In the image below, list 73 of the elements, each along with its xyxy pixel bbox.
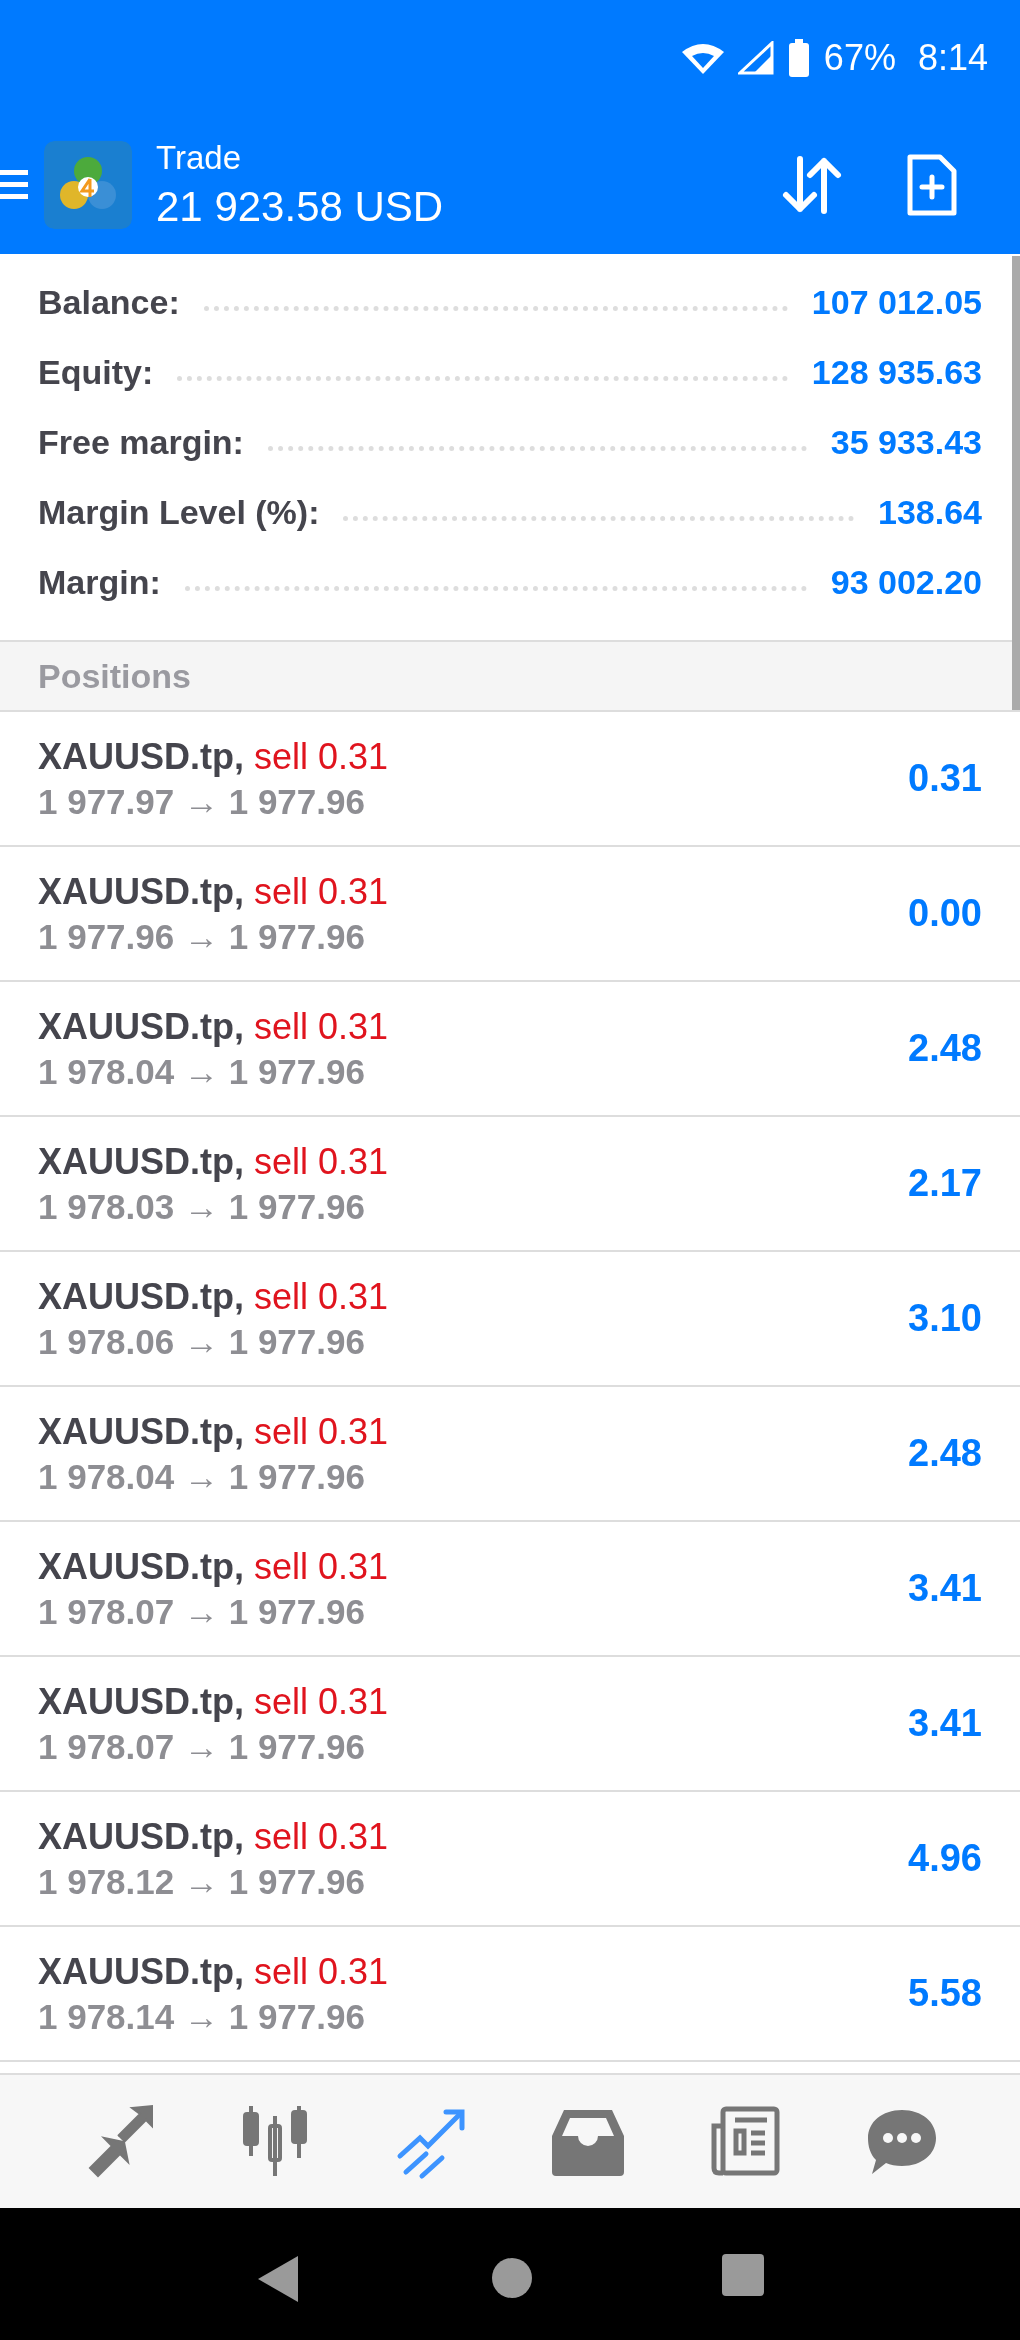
summary-label: Free margin: xyxy=(38,422,244,462)
position-row[interactable]: XAUUSD.tp, sell 0.31 1 978.12 → 1 977.96 4.96 xyxy=(0,1792,1020,1927)
position-row[interactable]: XAUUSD.tp, sell 0.31 1 978.04 → 1 977.96 2.48 xyxy=(0,982,1020,1117)
position-row[interactable]: XAUUSD.tp, sell 0.31 1 978.06 → 1 977.96 3.10 xyxy=(0,1252,1020,1387)
position-side: sell 0.31 xyxy=(254,1545,389,1588)
position-prices: 1 978.07 → 1 977.96 xyxy=(38,1726,366,1767)
position-prices: 1 978.07 → 1 977.96 xyxy=(38,1591,366,1632)
app-logo-icon xyxy=(44,140,132,229)
position-row[interactable]: XAUUSD.tp, sell 0.31 1 977.96 → 1 977.96 0.00 xyxy=(0,847,1020,982)
position-symbol: XAUUSD.tp, xyxy=(38,1275,244,1318)
position-prices: 1 978.14 → 1 977.96 xyxy=(38,1996,366,2037)
screen-title: Trade xyxy=(156,138,242,177)
position-profit: 3.41 xyxy=(908,1567,982,1610)
back-icon[interactable] xyxy=(258,2256,298,2302)
summary-value: 128 935.63 xyxy=(811,352,982,392)
position-symbol: XAUUSD.tp, xyxy=(38,735,244,778)
position-prices: 1 977.96 → 1 977.96 xyxy=(38,916,366,957)
position-profit: 0.00 xyxy=(908,892,982,935)
position-side: sell 0.31 xyxy=(254,1140,389,1183)
position-profit: 2.48 xyxy=(908,1027,982,1070)
wifi-icon xyxy=(681,41,724,74)
position-symbol: XAUUSD.tp, xyxy=(38,1005,244,1048)
position-side: sell 0.31 xyxy=(254,1950,389,1993)
position-profit: 0.31 xyxy=(908,757,982,800)
summary-label: Equity: xyxy=(38,352,154,392)
position-symbol: XAUUSD.tp, xyxy=(38,1410,244,1453)
position-prices: 1 978.12 → 1 977.96 xyxy=(38,1861,366,1902)
summary-value: 107 012.05 xyxy=(811,282,982,322)
position-profit: 3.10 xyxy=(908,1297,982,1340)
battery-icon xyxy=(787,38,810,77)
section-header: Positions xyxy=(0,640,1020,712)
position-side: sell 0.31 xyxy=(254,1680,389,1723)
signal-icon xyxy=(737,40,774,75)
position-row[interactable]: XAUUSD.tp, sell 0.31 1 978.04 → 1 977.96 2.48 xyxy=(0,1387,1020,1522)
position-prices: 1 978.03 → 1 977.96 xyxy=(38,1186,366,1227)
scrollbar[interactable] xyxy=(1012,256,1020,710)
position-profit: 5.58 xyxy=(908,1972,982,2015)
clock: 8:14 xyxy=(917,36,988,79)
summary-value: 35 933.43 xyxy=(830,422,982,462)
position-symbol: XAUUSD.tp, xyxy=(38,1950,244,1993)
home-icon[interactable] xyxy=(492,2258,532,2298)
position-side: sell 0.31 xyxy=(254,1410,389,1453)
battery-percent: 67% xyxy=(823,36,896,79)
position-prices: 1 978.06 → 1 977.96 xyxy=(38,1321,366,1362)
summary-label: Margin: xyxy=(38,562,161,602)
position-symbol: XAUUSD.tp, xyxy=(38,1815,244,1858)
position-row[interactable]: XAUUSD.tp, sell 0.31 1 978.07 → 1 977.96 3.41 xyxy=(0,1522,1020,1657)
position-profit: 4.96 xyxy=(908,1837,982,1880)
position-symbol: XAUUSD.tp, xyxy=(38,1545,244,1588)
position-side: sell 0.31 xyxy=(254,1275,389,1318)
position-symbol: XAUUSD.tp, xyxy=(38,870,244,913)
position-prices: 1 978.04 → 1 977.96 xyxy=(38,1051,366,1092)
position-profit: 2.17 xyxy=(908,1162,982,1205)
position-row[interactable]: XAUUSD.tp, sell 0.31 1 978.14 → 1 977.96 5.58 xyxy=(0,1927,1020,2062)
position-row[interactable]: XAUUSD.tp, sell 0.31 1 978.03 → 1 977.96 2.17 xyxy=(0,1117,1020,1252)
position-side: sell 0.31 xyxy=(254,1815,389,1858)
position-prices: 1 978.04 → 1 977.96 xyxy=(38,1456,366,1497)
position-side: sell 0.31 xyxy=(254,1005,389,1048)
summary-value: 93 002.20 xyxy=(830,562,982,602)
summary-label: Margin Level (%): xyxy=(38,492,320,532)
position-symbol: XAUUSD.tp, xyxy=(38,1680,244,1723)
position-row[interactable]: XAUUSD.tp, sell 0.31 1 978.07 → 1 977.96 3.41 xyxy=(0,1657,1020,1792)
menu-icon[interactable] xyxy=(0,167,28,202)
position-side: sell 0.31 xyxy=(254,870,389,913)
position-profit: 3.41 xyxy=(908,1702,982,1745)
position-profit: 2.48 xyxy=(908,1432,982,1475)
position-row[interactable]: XAUUSD.tp, sell 0.31 1 977.97 → 1 977.96 0.31 xyxy=(0,712,1020,847)
position-side: sell 0.31 xyxy=(254,735,389,778)
summary-value: 138.64 xyxy=(878,492,982,532)
position-symbol: XAUUSD.tp, xyxy=(38,1140,244,1183)
account-equity: 21 923.58 USD xyxy=(156,182,445,231)
summary-label: Balance: xyxy=(38,282,180,322)
position-prices: 1 977.97 → 1 977.96 xyxy=(38,781,366,822)
